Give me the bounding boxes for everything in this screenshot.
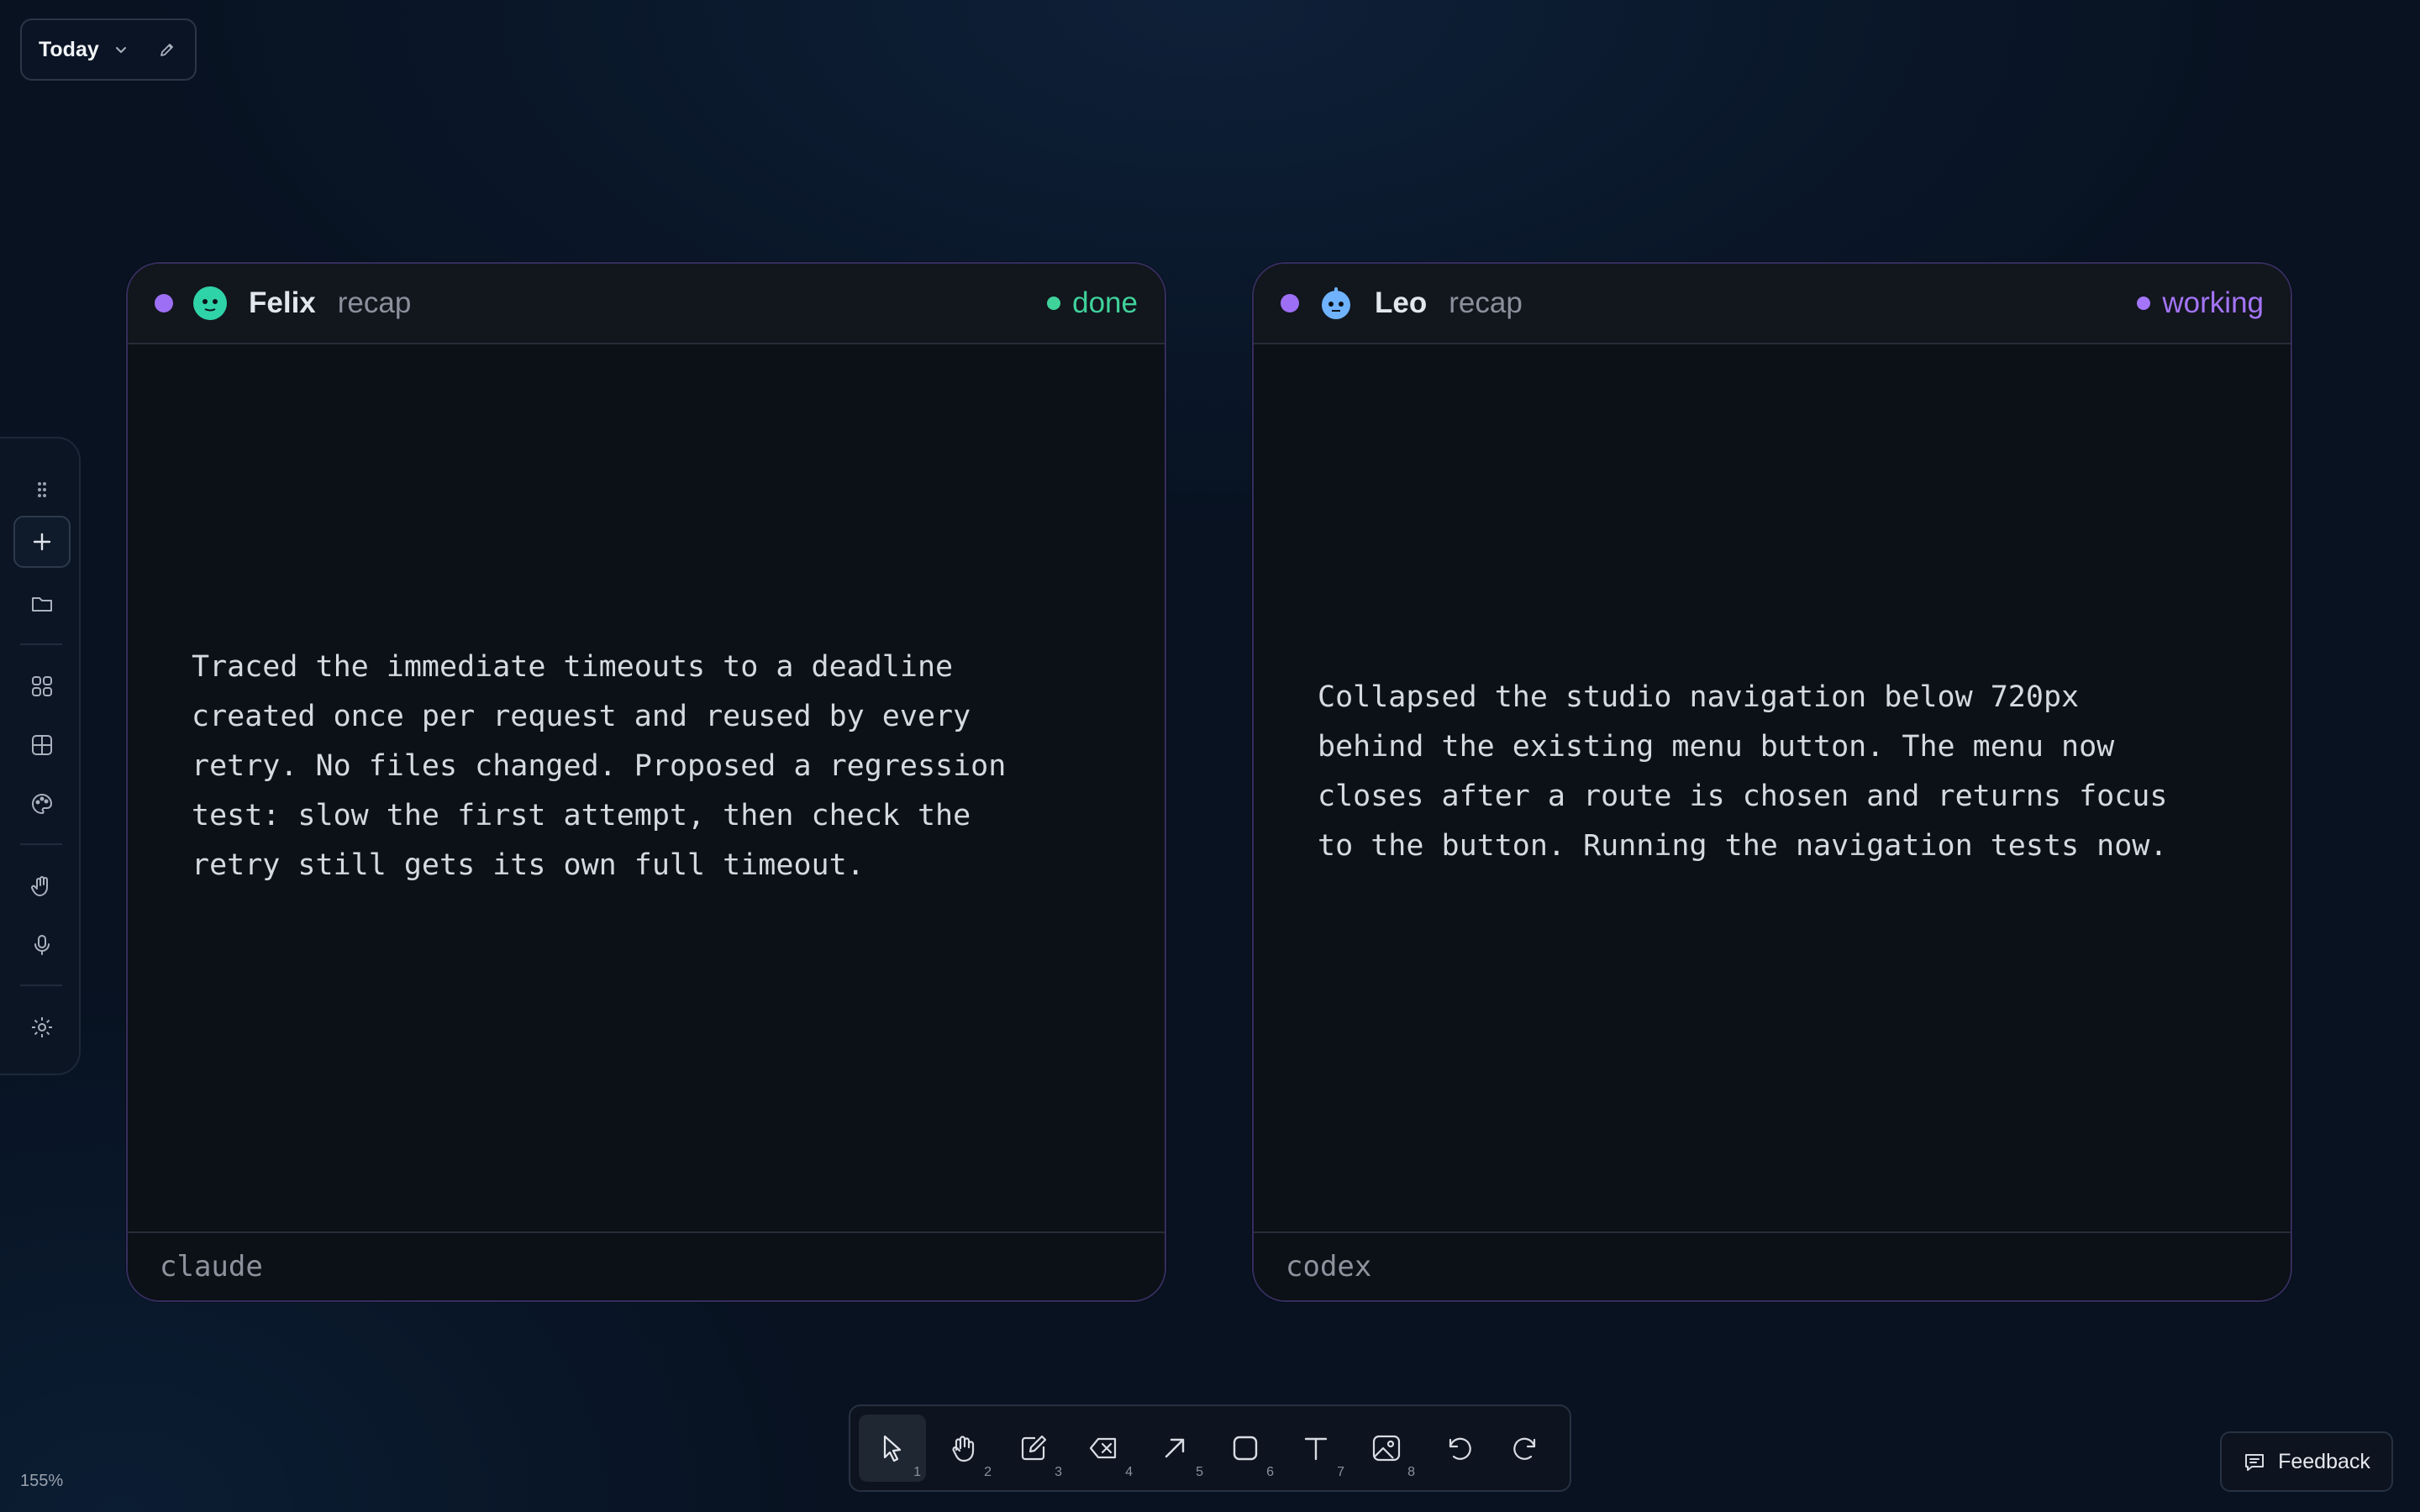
recap-text: Collapsed the studio navigation below 72… — [1318, 680, 2168, 863]
card-footer-agent: claude — [128, 1231, 1165, 1300]
card-header: Felix recap done — [128, 264, 1165, 344]
tool-shortcut: 6 — [1266, 1465, 1274, 1479]
text-icon — [1299, 1431, 1333, 1465]
agent-name: Leo — [1375, 286, 1428, 319]
hand-icon — [946, 1431, 980, 1465]
redo-icon — [1511, 1431, 1544, 1465]
chevron-down-icon[interactable] — [113, 41, 129, 58]
tool-shortcut: 5 — [1196, 1465, 1203, 1479]
tool-shortcut: 2 — [984, 1465, 992, 1479]
tool-shortcut: 8 — [1407, 1465, 1415, 1479]
tool-shortcut: 4 — [1125, 1465, 1133, 1479]
agent-card-leo[interactable]: Leo recap working Collapsed the studio n… — [1252, 262, 2292, 1302]
left-sidebar — [0, 437, 81, 1075]
image-icon — [1370, 1431, 1403, 1465]
status-dot — [1047, 297, 1061, 310]
eraser-icon — [1087, 1431, 1121, 1465]
feedback-button[interactable]: Feedback — [2220, 1431, 2393, 1492]
date-selector[interactable]: Today — [20, 18, 197, 81]
pencil-tool[interactable]: 3 — [1000, 1415, 1067, 1482]
tool-shortcut: 3 — [1055, 1465, 1062, 1479]
folder-icon[interactable] — [13, 578, 71, 630]
microphone-icon[interactable] — [13, 919, 71, 971]
hand-icon[interactable] — [13, 860, 71, 912]
zoom-level[interactable]: 155% — [20, 1472, 63, 1491]
agent-indicator-dot — [1281, 294, 1299, 312]
undo-icon — [1440, 1431, 1474, 1465]
status-badge: done — [1047, 286, 1138, 320]
plus-icon[interactable] — [13, 516, 71, 568]
arrow-tool[interactable]: 5 — [1141, 1415, 1208, 1482]
agent-avatar-icon — [1318, 285, 1355, 322]
feedback-label: Feedback — [2278, 1449, 2370, 1473]
recap-text: Traced the immediate timeouts to a deadl… — [192, 649, 1007, 882]
agent-card-felix[interactable]: Felix recap done Traced the immediate ti… — [126, 262, 1166, 1302]
rectangle-tool[interactable]: 6 — [1212, 1415, 1279, 1482]
status-label: done — [1072, 286, 1138, 319]
pointer-tool[interactable]: 1 — [859, 1415, 926, 1482]
drawing-toolbar: 1 2 3 4 5 6 7 8 — [849, 1404, 1571, 1492]
status-label: working — [2162, 286, 2264, 319]
settings-icon[interactable] — [13, 1001, 71, 1053]
date-label: Today — [39, 37, 99, 61]
apps-icon[interactable] — [13, 660, 71, 712]
palette-icon[interactable] — [13, 778, 71, 830]
pointer-icon — [876, 1431, 909, 1465]
arrow-icon — [1158, 1431, 1192, 1465]
image-tool[interactable]: 8 — [1353, 1415, 1420, 1482]
agent-avatar-icon — [192, 285, 229, 322]
agent-tag: recap — [337, 286, 412, 319]
card-header: Leo recap working — [1254, 264, 2291, 344]
status-dot — [2137, 297, 2151, 310]
drag-handle-icon[interactable] — [13, 464, 71, 516]
redo-button[interactable] — [1494, 1415, 1561, 1482]
agent-tag: recap — [1449, 286, 1523, 319]
undo-button[interactable] — [1423, 1415, 1491, 1482]
grid-icon[interactable] — [13, 719, 71, 771]
agent-name: Felix — [249, 286, 316, 319]
tool-shortcut: 7 — [1337, 1465, 1344, 1479]
pencil-icon[interactable] — [156, 39, 178, 60]
agent-indicator-dot — [155, 294, 173, 312]
card-footer-agent: codex — [1254, 1231, 2291, 1300]
rectangle-icon — [1228, 1431, 1262, 1465]
chat-icon — [2243, 1450, 2266, 1473]
eraser-tool[interactable]: 4 — [1071, 1415, 1138, 1482]
hand-tool[interactable]: 2 — [929, 1415, 997, 1482]
card-body: Collapsed the studio navigation below 72… — [1254, 346, 2291, 1231]
status-badge: working — [2137, 286, 2264, 320]
tool-shortcut: 1 — [913, 1465, 921, 1479]
pencil-icon — [1017, 1431, 1050, 1465]
text-tool[interactable]: 7 — [1282, 1415, 1349, 1482]
card-body: Traced the immediate timeouts to a deadl… — [128, 346, 1165, 1231]
